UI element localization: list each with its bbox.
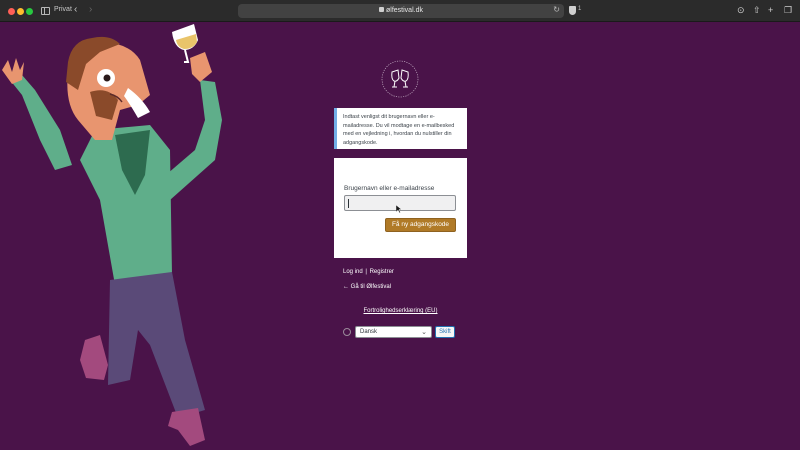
- privacy-policy: Fortrolighedserklæring (EU): [334, 308, 467, 314]
- back-arrow-icon[interactable]: ‹: [74, 4, 77, 16]
- close-window-button[interactable]: [8, 8, 15, 15]
- info-message-box: Indtast venligst dit brugernavn eller e-…: [334, 108, 467, 149]
- chevron-down-icon: ⌄: [421, 329, 427, 336]
- tab-overview-icon[interactable]: ❐: [784, 5, 792, 16]
- change-language-button[interactable]: Skift: [435, 326, 455, 338]
- share-icon[interactable]: ⇧: [753, 5, 761, 16]
- globe-icon: [343, 328, 351, 336]
- language-selected-value: Dansk: [360, 329, 378, 335]
- mouse-cursor-icon: [396, 205, 402, 213]
- right-hand: [190, 52, 212, 82]
- left-arm: [10, 75, 72, 170]
- download-icon[interactable]: ⊙: [737, 5, 745, 16]
- text-caret: [348, 199, 349, 208]
- get-new-password-button[interactable]: Få ny adgangskode: [385, 218, 456, 232]
- lock-icon: [379, 7, 385, 12]
- forward-arrow-icon[interactable]: ›: [89, 4, 92, 16]
- reload-icon[interactable]: ↻: [553, 5, 560, 14]
- login-link[interactable]: Log ind: [343, 269, 363, 275]
- browser-toolbar: Privat ‹ › ølfestival.dk ↻ 1 ⊙ ⇧ + ❐: [0, 0, 800, 22]
- back-to-site: ← Gå til Ølfestival: [343, 284, 391, 290]
- address-bar[interactable]: ølfestival.dk ↻: [238, 4, 564, 18]
- tracker-count: 1: [578, 6, 582, 12]
- private-mode-label: Privat: [54, 6, 72, 13]
- link-separator: |: [365, 269, 367, 275]
- login-nav-links: Log ind | Registrer: [343, 269, 394, 275]
- glass-stem: [184, 49, 190, 63]
- privacy-policy-link[interactable]: Fortrolighedserklæring (EU): [363, 308, 437, 314]
- language-select[interactable]: Dansk ⌄: [355, 326, 432, 338]
- privacy-shield-icon[interactable]: [569, 6, 576, 15]
- jumping-man-illustration: [2, 24, 222, 446]
- right-shoe: [168, 408, 205, 446]
- left-shoe: [80, 335, 108, 380]
- lost-password-form: Brugernavn eller e-mailadresse Få ny adg…: [334, 158, 467, 258]
- url-text: ølfestival.dk: [386, 7, 423, 14]
- minimize-window-button[interactable]: [17, 8, 24, 15]
- pupil: [103, 74, 111, 82]
- festival-logo: [381, 60, 419, 98]
- left-hand: [2, 58, 24, 84]
- new-tab-icon[interactable]: +: [768, 5, 773, 16]
- fullscreen-window-button[interactable]: [26, 8, 33, 15]
- username-field-label: Brugernavn eller e-mailadresse: [344, 185, 435, 192]
- back-to-site-link[interactable]: ← Gå til Ølfestival: [343, 284, 391, 290]
- register-link[interactable]: Registrer: [370, 269, 394, 275]
- sidebar-toggle-icon[interactable]: [41, 7, 50, 15]
- info-message-text: Indtast venligst dit brugernavn eller e-…: [343, 114, 455, 146]
- pants: [108, 272, 205, 418]
